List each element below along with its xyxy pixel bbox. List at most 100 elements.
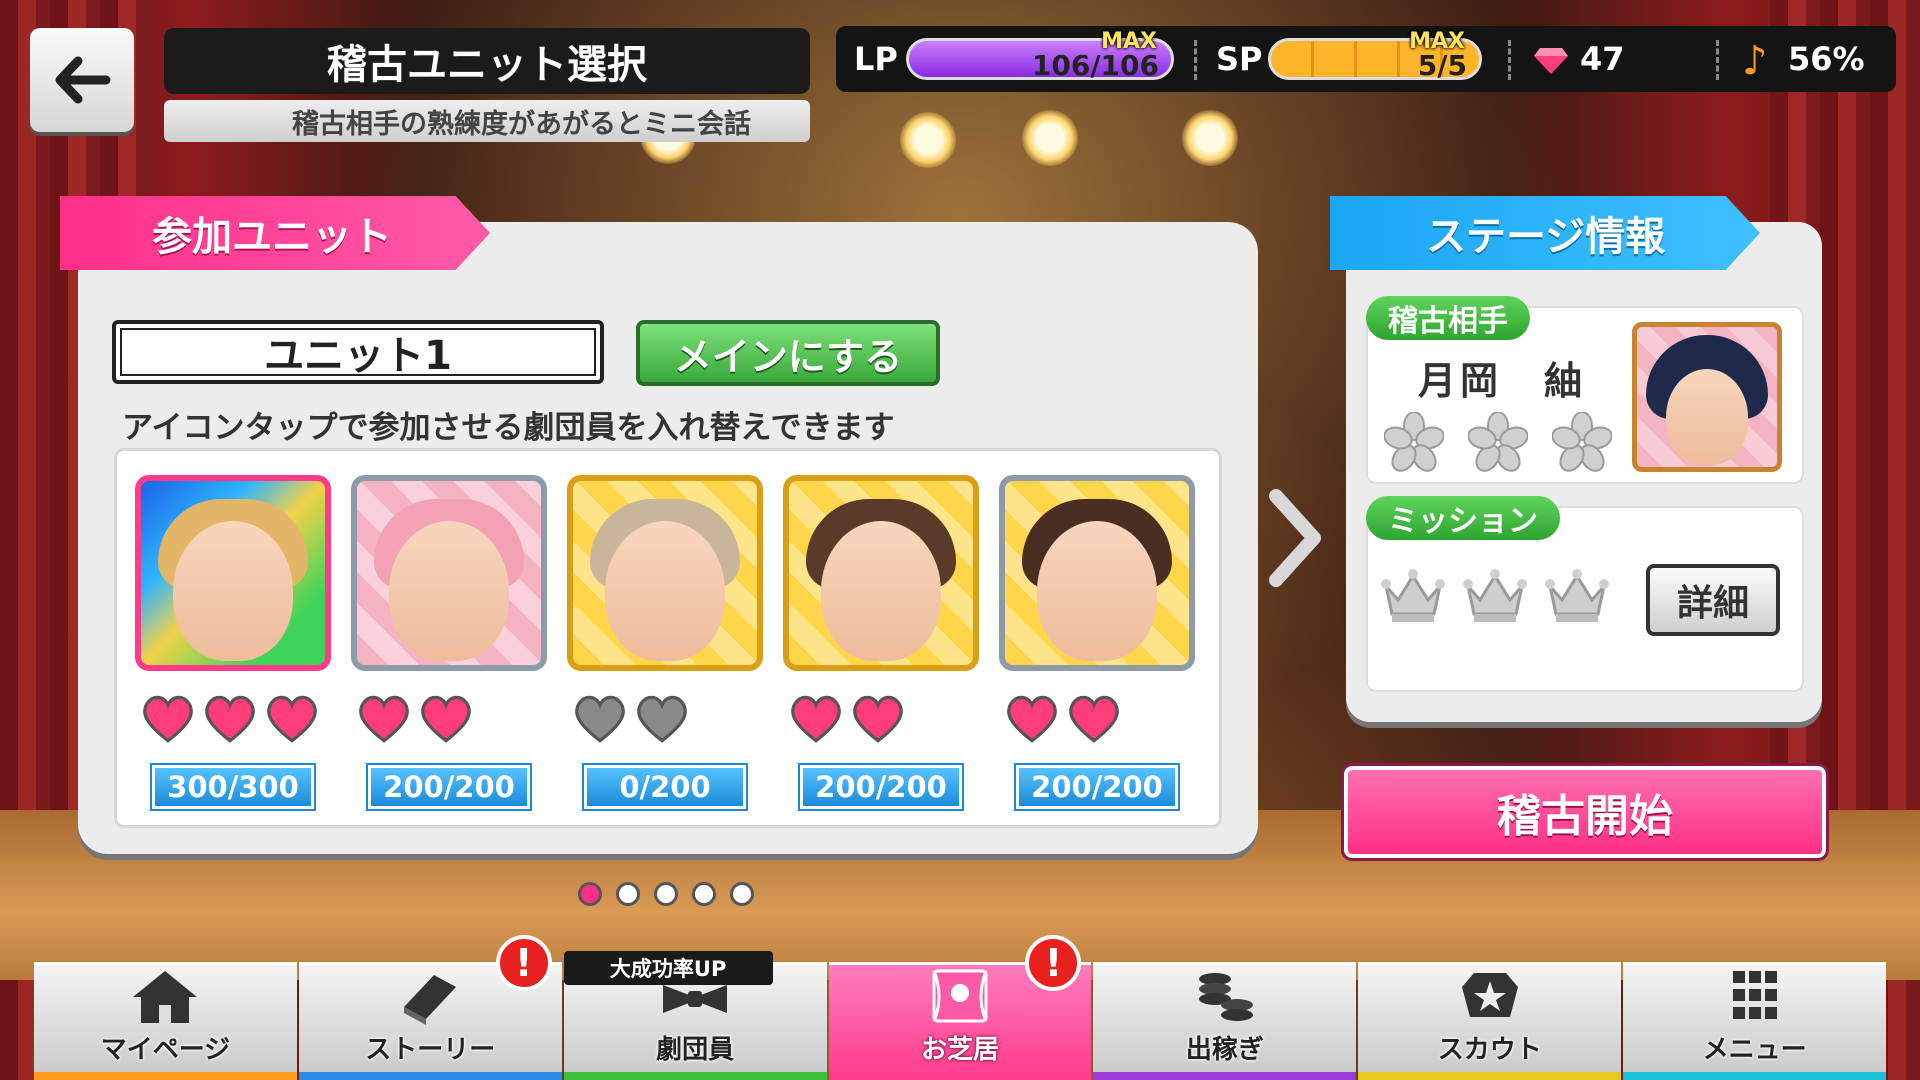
member-exp: 200/200 <box>798 763 964 811</box>
divider <box>1194 40 1197 80</box>
nav-label: お芝居 <box>921 1035 1000 1065</box>
nav-strip <box>1358 1072 1622 1080</box>
member-avatar[interactable] <box>135 475 331 671</box>
sp-gauge: MAX 5/5 <box>1268 29 1482 82</box>
set-main-button[interactable]: メインにする <box>636 320 940 386</box>
member-exp: 200/200 <box>1014 763 1180 811</box>
heart-filled-icon <box>791 695 841 743</box>
bottom-nav: マイページ ! ストーリー 大成功率UP 劇団員 ! お芝居 出稼ぎ スカウト … <box>34 935 1887 1080</box>
badge-icon <box>1461 973 1518 1017</box>
lp-value: 106/106 <box>1031 49 1159 82</box>
nav-story[interactable]: ! ストーリー <box>298 935 562 1080</box>
nav-label: スカウト <box>1437 1035 1542 1065</box>
unit-panel-ribbon: 参加ユニット <box>60 196 490 270</box>
member-slot-5[interactable]: 200/200 <box>999 475 1195 811</box>
nav-mypage[interactable]: マイページ <box>34 962 297 1080</box>
sp-value: 5/5 <box>1417 49 1467 82</box>
member-avatar[interactable] <box>783 475 979 671</box>
nav-label: メニュー <box>1702 1035 1807 1065</box>
stage-info-ribbon: ステージ情報 <box>1330 196 1760 270</box>
status-bar: LP MAX 106/106 SP MAX 5/5 47 ♪ 56% <box>836 26 1896 92</box>
page-dot[interactable] <box>578 882 602 906</box>
bonus-tag: 大成功率UP <box>563 951 773 985</box>
page-dot[interactable] <box>730 882 754 906</box>
avatar-face <box>821 521 941 661</box>
next-unit-chevron-icon[interactable] <box>1264 488 1324 588</box>
mission-tag: ミッション <box>1366 496 1560 540</box>
avatar-face <box>389 521 509 661</box>
page-subtitle-ticker: 稽古相手の熟練度があがるとミニ会話 <box>164 100 810 142</box>
sakura-icon <box>1552 412 1612 472</box>
member-slot-3[interactable]: 0/200 <box>567 475 763 811</box>
member-slot-1[interactable]: 300/300 <box>135 475 331 811</box>
nav-label: 劇団員 <box>656 1035 735 1065</box>
avatar-face <box>1037 521 1157 661</box>
crown-icon <box>1381 569 1445 622</box>
lp-label: LP <box>854 40 898 78</box>
lp-gauge: MAX 106/106 <box>906 29 1174 82</box>
divider <box>1508 40 1511 80</box>
gem-count: 47 <box>1580 40 1625 78</box>
member-hearts <box>783 691 979 745</box>
avatar-face <box>1666 369 1748 465</box>
heart-filled-icon <box>359 695 409 743</box>
sakura-icon <box>1384 412 1444 472</box>
heart-filled-icon <box>853 695 903 743</box>
arrow-left-icon <box>55 56 111 104</box>
unit-page-indicator <box>578 882 754 906</box>
avatar-portrait <box>1646 327 1768 467</box>
alert-badge: ! <box>1025 935 1082 991</box>
unit-name-field[interactable]: ユニット1 <box>112 320 604 384</box>
nav-strip <box>1623 1072 1887 1080</box>
mission-detail-button[interactable]: 詳細 <box>1646 564 1780 636</box>
member-exp: 300/300 <box>150 763 316 811</box>
page-dot[interactable] <box>654 882 678 906</box>
nav-label: マイページ <box>100 1035 231 1065</box>
opponent-tag: 稽古相手 <box>1366 296 1530 340</box>
opponent-avatar[interactable] <box>1632 322 1782 472</box>
stage-light <box>900 112 956 168</box>
nav-strip <box>1093 1072 1357 1080</box>
grid-icon <box>1732 971 1777 1019</box>
nav-strip <box>563 1072 827 1080</box>
page-dot[interactable] <box>692 882 716 906</box>
member-exp: 200/200 <box>366 763 532 811</box>
opponent-name: 月岡 紬 <box>1418 359 1587 403</box>
theater-icon <box>932 969 988 1023</box>
member-avatar[interactable] <box>999 475 1195 671</box>
nav-label: ストーリー <box>365 1035 496 1065</box>
nav-play[interactable]: ! お芝居 <box>828 935 1092 1080</box>
page-title: 稽古ユニット選択 <box>164 28 810 94</box>
stage-light <box>1182 110 1238 166</box>
home-icon <box>133 971 198 1023</box>
heart-filled-icon <box>205 695 255 743</box>
opponent-proficiency <box>1384 412 1612 472</box>
nav-troupe[interactable]: 大成功率UP 劇団員 <box>563 951 827 1080</box>
start-practice-button[interactable]: 稽古開始 <box>1341 763 1829 861</box>
nav-label: 出稼ぎ <box>1185 1035 1264 1065</box>
sp-label: SP <box>1216 40 1263 78</box>
page-dot[interactable] <box>616 882 640 906</box>
heart-filled-icon <box>1007 695 1057 743</box>
member-list: 300/300 200/200 0/200 200/200 200/200 <box>114 448 1222 828</box>
coins-icon <box>1198 973 1253 1021</box>
member-slot-4[interactable]: 200/200 <box>783 475 979 811</box>
music-note-icon: ♪ <box>1742 38 1768 84</box>
crown-icon <box>1463 569 1527 622</box>
nav-scout[interactable]: スカウト <box>1358 962 1622 1080</box>
note-percent: 56% <box>1788 40 1865 78</box>
member-slot-2[interactable]: 200/200 <box>351 475 547 811</box>
heart-filled-icon <box>1069 695 1119 743</box>
alert-badge: ! <box>495 935 552 991</box>
stage-light <box>1022 110 1078 166</box>
member-avatar[interactable] <box>567 475 763 671</box>
back-button[interactable] <box>30 28 134 132</box>
book-icon <box>404 975 457 1025</box>
divider <box>1716 40 1719 80</box>
sakura-icon <box>1468 412 1528 472</box>
heart-filled-icon <box>421 695 471 743</box>
member-avatar[interactable] <box>351 475 547 671</box>
nav-menu[interactable]: メニュー <box>1623 962 1887 1080</box>
member-hearts <box>567 691 763 745</box>
nav-work[interactable]: 出稼ぎ <box>1093 962 1357 1080</box>
